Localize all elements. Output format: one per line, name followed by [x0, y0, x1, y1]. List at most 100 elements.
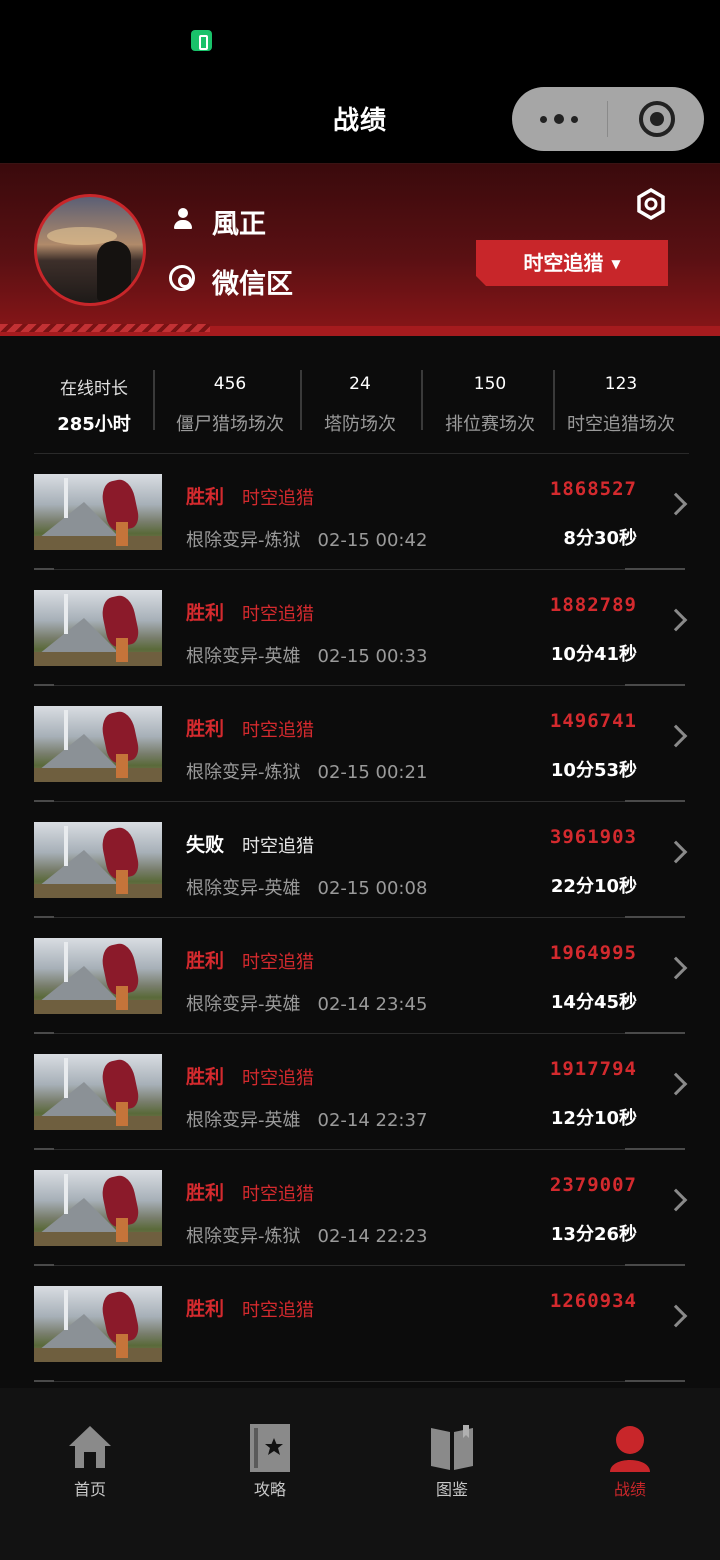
match-row[interactable]: 胜利 时空追猎 1260934 [0, 1266, 720, 1382]
tab-records-label: 战绩 [613, 1480, 646, 1499]
thumbnail-tower [64, 942, 68, 982]
match-mode: 时空追猎 [242, 488, 314, 509]
battery-icon [191, 30, 212, 51]
match-duration: 22分10秒 [550, 876, 637, 897]
match-thumbnail [34, 590, 162, 666]
match-meta [186, 1338, 203, 1359]
close-target-icon[interactable] [639, 101, 675, 137]
record-icon [610, 1426, 650, 1472]
match-result: 胜利 [186, 718, 225, 740]
stat-online: 在线时长 285小时 [34, 370, 154, 454]
stat-value: 24 [349, 374, 371, 394]
thumbnail-ground [34, 884, 162, 898]
match-duration: 12分10秒 [550, 1108, 637, 1129]
match-duration: 8分30秒 [563, 528, 637, 549]
match-score: 3961903 [549, 826, 637, 848]
match-score: 1964995 [549, 942, 637, 964]
mini-program-capsule [512, 87, 704, 151]
match-time: 02-15 00:33 [317, 646, 428, 667]
match-mode: 时空追猎 [242, 952, 314, 973]
thumbnail-tower [64, 478, 68, 518]
tab-guide[interactable]: 攻略 [215, 1424, 325, 1504]
stat-divider [153, 370, 155, 430]
match-mode: 时空追猎 [242, 1184, 314, 1205]
stat-online-label: 在线时长 [60, 379, 128, 399]
match-row[interactable]: 胜利 时空追猎 根除变异-炼狱 02-15 00:42 1868527 8分30秒 [0, 454, 720, 570]
avatar[interactable] [34, 194, 146, 306]
match-result: 失败 [186, 834, 225, 856]
match-time: 02-15 00:08 [317, 878, 428, 899]
match-score: 1868527 [549, 478, 637, 500]
match-thumbnail [34, 938, 162, 1014]
match-result: 胜利 [186, 602, 225, 624]
thumbnail-tower [64, 594, 68, 634]
thumbnail-ground [34, 536, 162, 550]
mode-select-button[interactable]: 时空追猎 ▼ [476, 240, 668, 286]
stat-label: 排位赛场次 [445, 414, 535, 435]
match-map: 根除变异-英雄 [186, 994, 301, 1015]
match-row[interactable]: 失败 时空追猎根除变异-英雄 02-15 00:08 3961903 22分10秒 [0, 802, 720, 918]
stat-divider [421, 370, 423, 430]
more-icon[interactable] [540, 113, 580, 125]
tab-records[interactable]: 战绩 [575, 1424, 685, 1504]
match-thumbnail [34, 1286, 162, 1362]
server-name: 微信区 [212, 269, 293, 300]
match-result: 胜利 [186, 486, 225, 508]
match-time: 02-15 00:21 [317, 762, 428, 783]
match-thumbnail [34, 1170, 162, 1246]
thumbnail-legs [116, 1334, 128, 1358]
chevron-right-icon [664, 492, 688, 516]
profile-header: 風正 微信区 时空追猎 ▼ [0, 164, 720, 336]
match-thumbnail [34, 822, 162, 898]
match-map: 根除变异-炼狱 [186, 1226, 301, 1247]
thumbnail-tower [64, 1058, 68, 1098]
thumbnail-tower [64, 1174, 68, 1214]
tab-home-label: 首页 [73, 1480, 106, 1499]
thumbnail-ground [34, 1116, 162, 1130]
hexagon-settings-icon[interactable] [636, 188, 666, 220]
home-icon [69, 1426, 111, 1468]
user-name: 風正 [212, 209, 266, 240]
match-score: 1496741 [549, 710, 637, 732]
match-meta: 根除变异-炼狱 02-14 22:23 [186, 1222, 427, 1248]
match-duration: 13分26秒 [550, 1224, 637, 1245]
chevron-right-icon [664, 608, 688, 632]
stat-label: 僵尸猎场场次 [176, 414, 284, 435]
row-separator [34, 1380, 685, 1382]
stat-zombie: 456 僵尸猎场场次 [162, 370, 298, 454]
match-time: 02-14 23:45 [317, 994, 428, 1015]
caret-down-icon: ▼ [611, 257, 621, 271]
match-row[interactable]: 胜利 时空追猎 根除变异-英雄 02-14 23:45 1964995 14分45秒 [0, 918, 720, 1034]
thumbnail-tower [64, 826, 68, 866]
tab-codex[interactable]: 图鉴 [397, 1424, 507, 1504]
match-meta: 根除变异-英雄 02-15 00:33 [186, 642, 427, 668]
match-mode: 时空追猎 [242, 836, 314, 857]
stat-spacetime: 123 时空追猎场次 [556, 370, 686, 454]
chevron-right-icon [664, 724, 688, 748]
match-thumbnail [34, 1054, 162, 1130]
thumbnail-tower [64, 710, 68, 750]
chevron-right-icon [664, 1188, 688, 1212]
user-icon [174, 208, 192, 230]
match-row[interactable]: 胜利 时空追猎 根除变异-炼狱 02-15 00:21 1496741 10分53秒 [0, 686, 720, 802]
profile-stripe [0, 324, 720, 336]
match-result: 胜利 [186, 1298, 225, 1320]
match-time: 02-14 22:23 [317, 1226, 428, 1247]
match-row[interactable]: 胜利 时空追猎 根除变异-英雄 02-14 22:37 1917794 12分10秒 [0, 1034, 720, 1150]
tab-home[interactable]: 首页 [35, 1424, 145, 1504]
match-score: 1260934 [549, 1290, 637, 1312]
chevron-right-icon [664, 840, 688, 864]
thumbnail-ground [34, 652, 162, 666]
match-row[interactable]: 胜利 时空追猎 根除变异-炼狱 02-14 22:23 2379007 13分26秒 [0, 1150, 720, 1266]
match-time: 02-14 22:37 [317, 1110, 428, 1131]
match-meta: 根除变异-英雄 02-14 22:37 [186, 1106, 427, 1132]
capsule-divider [607, 101, 608, 137]
match-row[interactable]: 胜利 时空追猎 根除变异-英雄 02-15 00:33 1882789 10分41秒 [0, 570, 720, 686]
match-map: 根除变异-英雄 [186, 1110, 301, 1131]
match-result: 胜利 [186, 1182, 225, 1204]
match-meta: 根除变异-英雄 02-14 23:45 [186, 990, 427, 1016]
match-mode: 时空追猎 [242, 604, 314, 625]
match-meta: 根除变异-英雄 02-15 00:08 [186, 874, 427, 900]
tab-codex-label: 图鉴 [435, 1480, 468, 1499]
tab-guide-label: 攻略 [253, 1480, 286, 1499]
